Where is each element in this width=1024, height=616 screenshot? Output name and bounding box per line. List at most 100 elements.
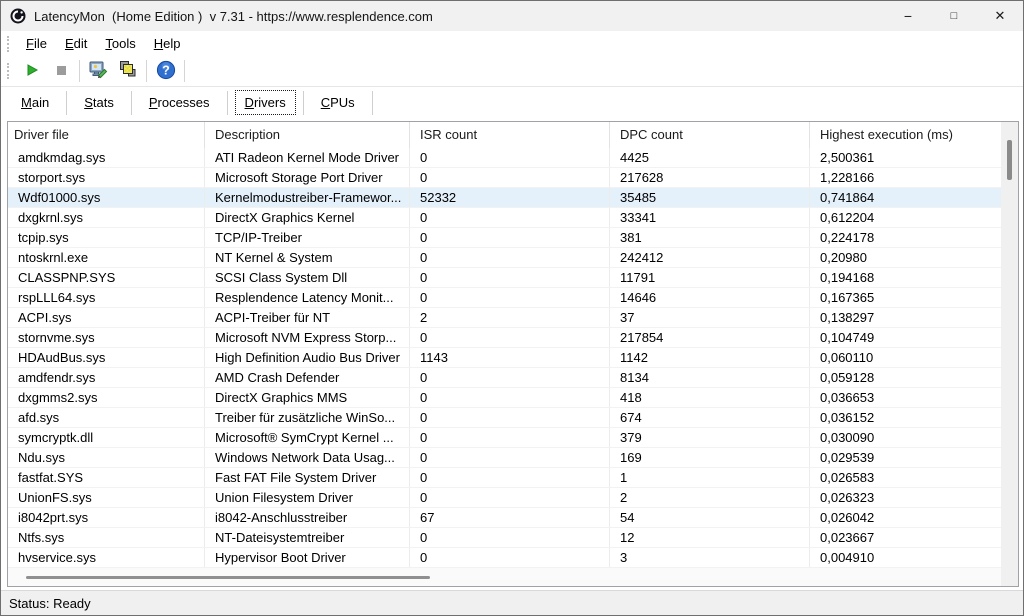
horizontal-scrollbar-thumb[interactable] (26, 576, 430, 579)
table-cell: ATI Radeon Kernel Mode Driver (205, 148, 410, 167)
table-row[interactable]: UnionFS.sysUnion Filesystem Driver020,02… (8, 488, 1001, 508)
table-cell: ACPI-Treiber für NT (205, 308, 410, 327)
table-cell: 0,612204 (810, 208, 1001, 227)
tab-separator (131, 91, 132, 115)
table-cell: 0,023667 (810, 528, 1001, 547)
vertical-scrollbar[interactable] (1001, 122, 1018, 586)
start-monitor-button[interactable] (17, 59, 46, 84)
menu-item-edit[interactable]: Edit (56, 33, 96, 54)
edit-options-button[interactable] (84, 59, 113, 84)
menu-item-file[interactable]: File (17, 33, 56, 54)
column-header-highest-execution[interactable]: Highest execution (ms) (810, 122, 1001, 148)
table-cell: HDAudBus.sys (8, 348, 205, 367)
table-cell: 1,228166 (810, 168, 1001, 187)
menu-item-help[interactable]: Help (145, 33, 190, 54)
table-row[interactable]: tcpip.sysTCP/IP-Treiber03810,224178 (8, 228, 1001, 248)
table-cell: 0 (410, 408, 610, 427)
tab-main[interactable]: Main (12, 91, 58, 114)
tab-separator (66, 91, 67, 115)
maximize-button[interactable]: □ (931, 1, 977, 31)
table-cell: 2,500361 (810, 148, 1001, 167)
table-row[interactable]: amdfendr.sysAMD Crash Defender081340,059… (8, 368, 1001, 388)
table-cell: 0 (410, 448, 610, 467)
table-row[interactable]: storport.sysMicrosoft Storage Port Drive… (8, 168, 1001, 188)
table-cell: 52332 (410, 188, 610, 207)
table-cell: 11791 (610, 268, 810, 287)
table-cell: 14646 (610, 288, 810, 307)
minimize-icon: − (904, 11, 912, 21)
table-row[interactable]: Wdf01000.sysKernelmodustreiber-Framewor.… (8, 188, 1001, 208)
table-row[interactable]: hvservice.sysHypervisor Boot Driver030,0… (8, 548, 1001, 568)
question-mark-glyph: ? (162, 63, 170, 77)
table-cell: 0 (410, 228, 610, 247)
menu-bar: File Edit Tools Help (1, 31, 1023, 56)
column-header-description[interactable]: Description (205, 122, 410, 148)
column-header-driver-file[interactable]: Driver file (8, 122, 205, 148)
tab-drivers[interactable]: Drivers (236, 91, 295, 114)
table-cell: 217854 (610, 328, 810, 347)
maximize-icon: □ (951, 10, 958, 22)
close-button[interactable]: ✕ (977, 1, 1023, 31)
table-cell: amdfendr.sys (8, 368, 205, 387)
table-row[interactable]: ntoskrnl.exeNT Kernel & System02424120,2… (8, 248, 1001, 268)
table-cell: 0 (410, 528, 610, 547)
table-cell: hvservice.sys (8, 548, 205, 567)
table-cell: Resplendence Latency Monit... (205, 288, 410, 307)
table-cell: stornvme.sys (8, 328, 205, 347)
table-row[interactable]: amdkmdag.sysATI Radeon Kernel Mode Drive… (8, 148, 1001, 168)
vertical-scrollbar-thumb[interactable] (1007, 140, 1012, 180)
table-cell: Wdf01000.sys (8, 188, 205, 207)
stop-monitor-button[interactable] (46, 59, 75, 84)
table-cell: 2 (410, 308, 610, 327)
table-cell: Ntfs.sys (8, 528, 205, 547)
table-cell: 0,026583 (810, 468, 1001, 487)
table-cell: 0,026042 (810, 508, 1001, 527)
table-row[interactable]: Ndu.sysWindows Network Data Usag...01690… (8, 448, 1001, 468)
table-cell: 0 (410, 268, 610, 287)
table-row[interactable]: i8042prt.sysi8042-Anschlusstreiber67540,… (8, 508, 1001, 528)
table-cell: 1 (610, 468, 810, 487)
menu-item-tools[interactable]: Tools (96, 33, 144, 54)
table-cell: 0 (410, 288, 610, 307)
column-header-dpc-count[interactable]: DPC count (610, 122, 810, 148)
minimize-button[interactable]: − (885, 1, 931, 31)
copy-report-button[interactable] (113, 59, 142, 84)
column-header-isr-count[interactable]: ISR count (410, 122, 610, 148)
table-cell: 0 (410, 468, 610, 487)
table-row[interactable]: dxgmms2.sysDirectX Graphics MMS04180,036… (8, 388, 1001, 408)
table-cell: Ndu.sys (8, 448, 205, 467)
table-cell: tcpip.sys (8, 228, 205, 247)
tab-cpus[interactable]: CPUs (312, 91, 364, 114)
table-row[interactable]: symcryptk.dllMicrosoft® SymCrypt Kernel … (8, 428, 1001, 448)
table-cell: UnionFS.sys (8, 488, 205, 507)
tab-processes[interactable]: Processes (140, 91, 219, 114)
table-cell: High Definition Audio Bus Driver (205, 348, 410, 367)
tab-separator (227, 91, 228, 115)
table-body: amdkmdag.sysATI Radeon Kernel Mode Drive… (8, 148, 1001, 568)
table-row[interactable]: HDAudBus.sysHigh Definition Audio Bus Dr… (8, 348, 1001, 368)
window-title: LatencyMon (Home Edition ) v 7.31 - http… (34, 9, 433, 24)
table-row[interactable]: fastfat.SYSFast FAT File System Driver01… (8, 468, 1001, 488)
table-cell: 217628 (610, 168, 810, 187)
table-cell: 169 (610, 448, 810, 467)
table-row[interactable]: CLASSPNP.SYSSCSI Class System Dll0117910… (8, 268, 1001, 288)
table-cell: 3 (610, 548, 810, 567)
table-cell: Microsoft Storage Port Driver (205, 168, 410, 187)
table-cell: 0 (410, 428, 610, 447)
table-row[interactable]: afd.sysTreiber für zusätzliche WinSo...0… (8, 408, 1001, 428)
table-cell: 0,036152 (810, 408, 1001, 427)
tab-stats[interactable]: Stats (75, 91, 123, 114)
table-row[interactable]: Ntfs.sysNT-Dateisystemtreiber0120,023667 (8, 528, 1001, 548)
table-row[interactable]: dxgkrnl.sysDirectX Graphics Kernel033341… (8, 208, 1001, 228)
drivers-table: Driver file Description ISR count DPC co… (7, 121, 1019, 587)
table-row[interactable]: ACPI.sysACPI-Treiber für NT2370,138297 (8, 308, 1001, 328)
help-button[interactable]: ? (151, 59, 180, 84)
toolbar-separator (184, 60, 185, 82)
table-cell: Fast FAT File System Driver (205, 468, 410, 487)
table-cell: 379 (610, 428, 810, 447)
table-row[interactable]: rspLLL64.sysResplendence Latency Monit..… (8, 288, 1001, 308)
horizontal-scrollbar[interactable] (8, 568, 1001, 586)
table-cell: Microsoft NVM Express Storp... (205, 328, 410, 347)
table-row[interactable]: stornvme.sysMicrosoft NVM Express Storp.… (8, 328, 1001, 348)
table-cell: NT Kernel & System (205, 248, 410, 267)
